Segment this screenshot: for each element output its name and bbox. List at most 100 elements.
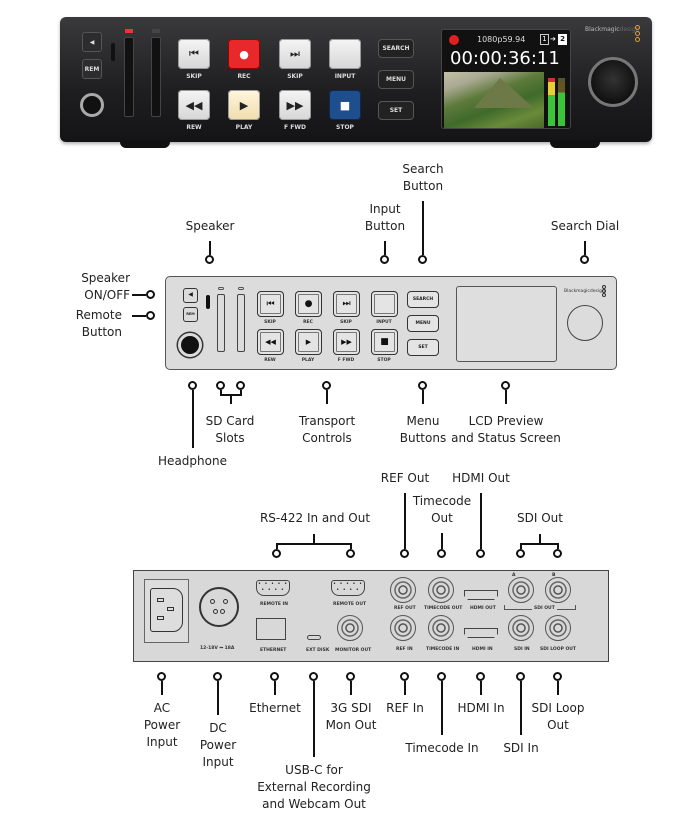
callout-dot [437, 672, 446, 681]
callout-dot [270, 672, 279, 681]
leader-line [274, 681, 276, 695]
search-button[interactable]: SEARCH [407, 291, 439, 308]
callout-dot [272, 549, 281, 558]
rewind-button[interactable]: ◀◀ [178, 90, 210, 120]
leader-line [505, 390, 507, 404]
dc-power-xlr [199, 587, 239, 627]
slot-to: 2 [558, 34, 567, 45]
search-dial[interactable] [588, 57, 638, 107]
rec-label: REC [237, 73, 251, 80]
callout-dot [418, 255, 427, 264]
rewind-icon: ◀◀ [185, 98, 203, 112]
input-button[interactable] [329, 39, 361, 69]
fast-forward-icon: ▶▶ [286, 98, 304, 112]
leader-line [520, 681, 522, 735]
hdmi-out-label: HDMI OUT [470, 606, 496, 611]
skip-forward-icon: ⏭ [290, 47, 300, 60]
remote-out-port: • • • • • • • • • [331, 580, 365, 596]
skip-back-button[interactable]: ⏮ [178, 39, 210, 69]
skip-forward-label: SKIP [340, 320, 352, 325]
sdi-in-bnc [508, 615, 534, 641]
speaker-button[interactable]: ◀ [183, 288, 198, 303]
callout-dot [380, 255, 389, 264]
callout-dot [213, 672, 222, 681]
callout-dot [476, 549, 485, 558]
callout-search-button: Search Button [402, 162, 444, 193]
pin [157, 616, 164, 620]
fast-forward-button[interactable]: ▶▶ [279, 90, 311, 120]
rem-button[interactable]: REM [82, 59, 102, 79]
ethernet-label: ETHERNET [260, 648, 287, 653]
front-panel-diagram: ◀ REM ⏮ SKIP ● REC ⏭ SKIP INPUT ◀◀ REW ▶… [165, 276, 617, 370]
leader-line [384, 241, 386, 255]
brand-logo: Blackmagicdesign [585, 26, 640, 33]
search-button[interactable]: SEARCH [378, 39, 414, 58]
timecode-display: 00:00:36:11 [450, 48, 560, 69]
play-button[interactable]: ▶ [295, 329, 322, 355]
monitor-out-label: MONITOR OUT [335, 648, 372, 653]
rec-button[interactable]: ● [295, 291, 322, 317]
skip-forward-button[interactable]: ⏭ [279, 39, 311, 69]
sd-card-slot-2[interactable] [151, 37, 161, 117]
callout-dot [516, 549, 525, 558]
brand-logo-dots [635, 25, 640, 43]
stop-button[interactable]: ■ [329, 90, 361, 120]
callout-dot [205, 255, 214, 264]
ethernet-port [256, 618, 286, 640]
play-label: PLAY [235, 124, 253, 131]
sd-card-slot-1[interactable] [124, 37, 134, 117]
leader-line [217, 681, 219, 715]
arrow-right-icon: ➔ [550, 35, 556, 43]
set-button[interactable]: SET [407, 339, 439, 356]
ffwd-label: F FWD [284, 124, 306, 131]
skip-forward-button[interactable]: ⏭ [333, 291, 360, 317]
remote-in-label: REMOTE IN [260, 602, 288, 607]
audio-meter-right [558, 78, 565, 126]
menu-button[interactable]: MENU [378, 70, 414, 89]
callout-sdi-out: SDI Out [517, 511, 563, 525]
slot-from: 1 [540, 34, 549, 45]
play-button[interactable]: ▶ [228, 90, 260, 120]
record-icon: ● [239, 47, 249, 61]
leader-line [161, 681, 163, 695]
speaker-button[interactable]: ◀ [82, 32, 102, 52]
leader-line [520, 543, 559, 545]
callout-usb-c: USB-C for External Recording and Webcam Ou… [257, 763, 371, 811]
callout-lcd-preview: LCD Preview and Status Screen [451, 414, 561, 445]
skip-back-button[interactable]: ⏮ [257, 291, 284, 317]
sdi-out-b-bnc [545, 577, 571, 603]
rec-button[interactable]: ● [228, 39, 260, 69]
callout-search-dial: Search Dial [550, 219, 620, 233]
pin [167, 607, 174, 611]
rem-button[interactable]: REM [183, 307, 198, 322]
leader-line [230, 394, 232, 404]
input-button[interactable] [371, 291, 398, 317]
timecode-out-label: TIMECODE OUT [424, 606, 463, 611]
stop-button[interactable]: ■ [371, 329, 398, 355]
sdi-out-label: SDI OUT [532, 606, 557, 611]
callout-dot [418, 381, 427, 390]
callout-dot [400, 672, 409, 681]
device-foot [550, 140, 600, 148]
sd-indicator [111, 43, 115, 61]
search-dial[interactable] [567, 305, 603, 341]
sd-card-slot-2[interactable] [237, 294, 245, 352]
ref-in-label: REF IN [396, 647, 413, 652]
usb-c-port [307, 635, 321, 640]
callout-transport-controls: Transport Controls [298, 414, 356, 445]
stop-icon: ■ [339, 98, 351, 112]
rewind-button[interactable]: ◀◀ [257, 329, 284, 355]
leader-line [422, 201, 424, 255]
fast-forward-button[interactable]: ▶▶ [333, 329, 360, 355]
callout-sdi-in: SDI In [503, 741, 539, 755]
timecode-in-label: TIMECODE IN [426, 647, 460, 652]
callout-dot [216, 381, 225, 390]
callout-sd-card-slots: SD Card Slots [205, 414, 255, 445]
sd-card-slot-1[interactable] [217, 294, 225, 352]
callout-sdi-loop-out: SDI Loop Out [531, 701, 585, 732]
menu-button[interactable]: MENU [407, 315, 439, 332]
rew-label: REW [264, 358, 276, 363]
set-button[interactable]: SET [378, 101, 414, 120]
callout-dot [516, 672, 525, 681]
slot2-led [152, 29, 160, 33]
